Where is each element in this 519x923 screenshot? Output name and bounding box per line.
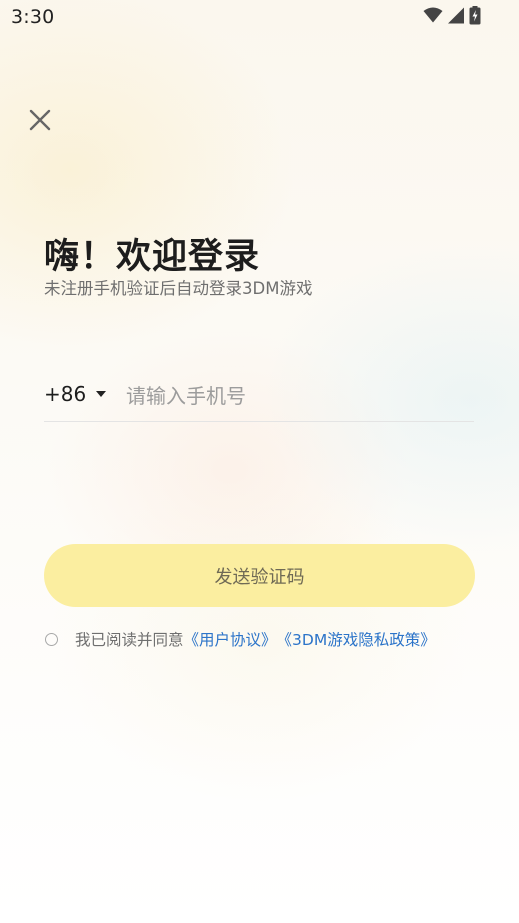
cellular-signal-icon: [447, 7, 465, 28]
battery-charging-icon: [469, 5, 481, 29]
country-code-label: +86: [44, 382, 87, 406]
status-bar: 3:30: [0, 0, 519, 34]
status-icons: [423, 5, 481, 29]
send-code-button[interactable]: 发送验证码: [44, 544, 475, 607]
agreement-row: 我已阅读并同意 《用户协议》 《3DM游戏隐私政策》: [45, 627, 436, 651]
status-time: 3:30: [11, 6, 55, 28]
wifi-icon: [423, 7, 443, 27]
privacy-policy-link[interactable]: 《3DM游戏隐私政策》: [277, 628, 436, 650]
country-code-selector[interactable]: +86: [44, 382, 107, 406]
phone-input[interactable]: [126, 378, 466, 414]
caret-down-icon: [96, 391, 107, 397]
page-title: 嗨！欢迎登录: [44, 237, 261, 277]
phone-field: +86: [44, 372, 474, 422]
user-agreement-link[interactable]: 《用户协议》: [184, 628, 277, 650]
close-button[interactable]: [26, 106, 54, 134]
agreement-text: 我已阅读并同意: [75, 631, 184, 649]
page-subtitle: 未注册手机验证后自动登录3DM游戏: [44, 279, 313, 298]
agreement-checkbox[interactable]: [45, 632, 58, 646]
close-icon: [29, 109, 51, 131]
page-background: [0, 0, 519, 923]
